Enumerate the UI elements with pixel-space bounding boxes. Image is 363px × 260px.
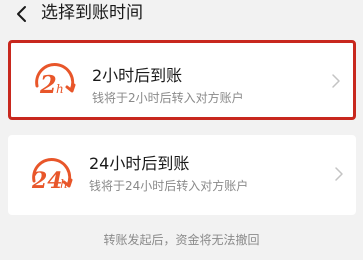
- header: 选择到账时间: [0, 0, 363, 30]
- svg-text:24: 24: [31, 168, 63, 194]
- clock-24h-icon: 24 h: [31, 158, 73, 194]
- option-title: 2小时后到账: [92, 66, 183, 85]
- clock-2h-icon: 2 h: [35, 63, 76, 99]
- chevron-right-icon: [335, 167, 343, 181]
- back-chevron-icon[interactable]: [12, 4, 32, 24]
- notice-text: 转账发起后，资金将无法撤回: [103, 233, 260, 247]
- svg-text:h: h: [60, 177, 68, 191]
- option-description: 钱将于24小时后转入对方账户: [89, 179, 249, 193]
- chevron-right-icon: [332, 74, 340, 88]
- svg-text:2: 2: [39, 70, 57, 99]
- option-2-hours[interactable]: 2 h 2小时后到账 钱将于2小时后转入对方账户: [8, 40, 356, 120]
- svg-text:h: h: [56, 82, 64, 96]
- option-24-hours[interactable]: 24 h 24小时后到账 钱将于24小时后转入对方账户: [8, 135, 356, 215]
- option-title: 24小时后到账: [89, 154, 190, 173]
- page-title: 选择到账时间: [41, 3, 143, 23]
- option-description: 钱将于2小时后转入对方账户: [92, 91, 244, 105]
